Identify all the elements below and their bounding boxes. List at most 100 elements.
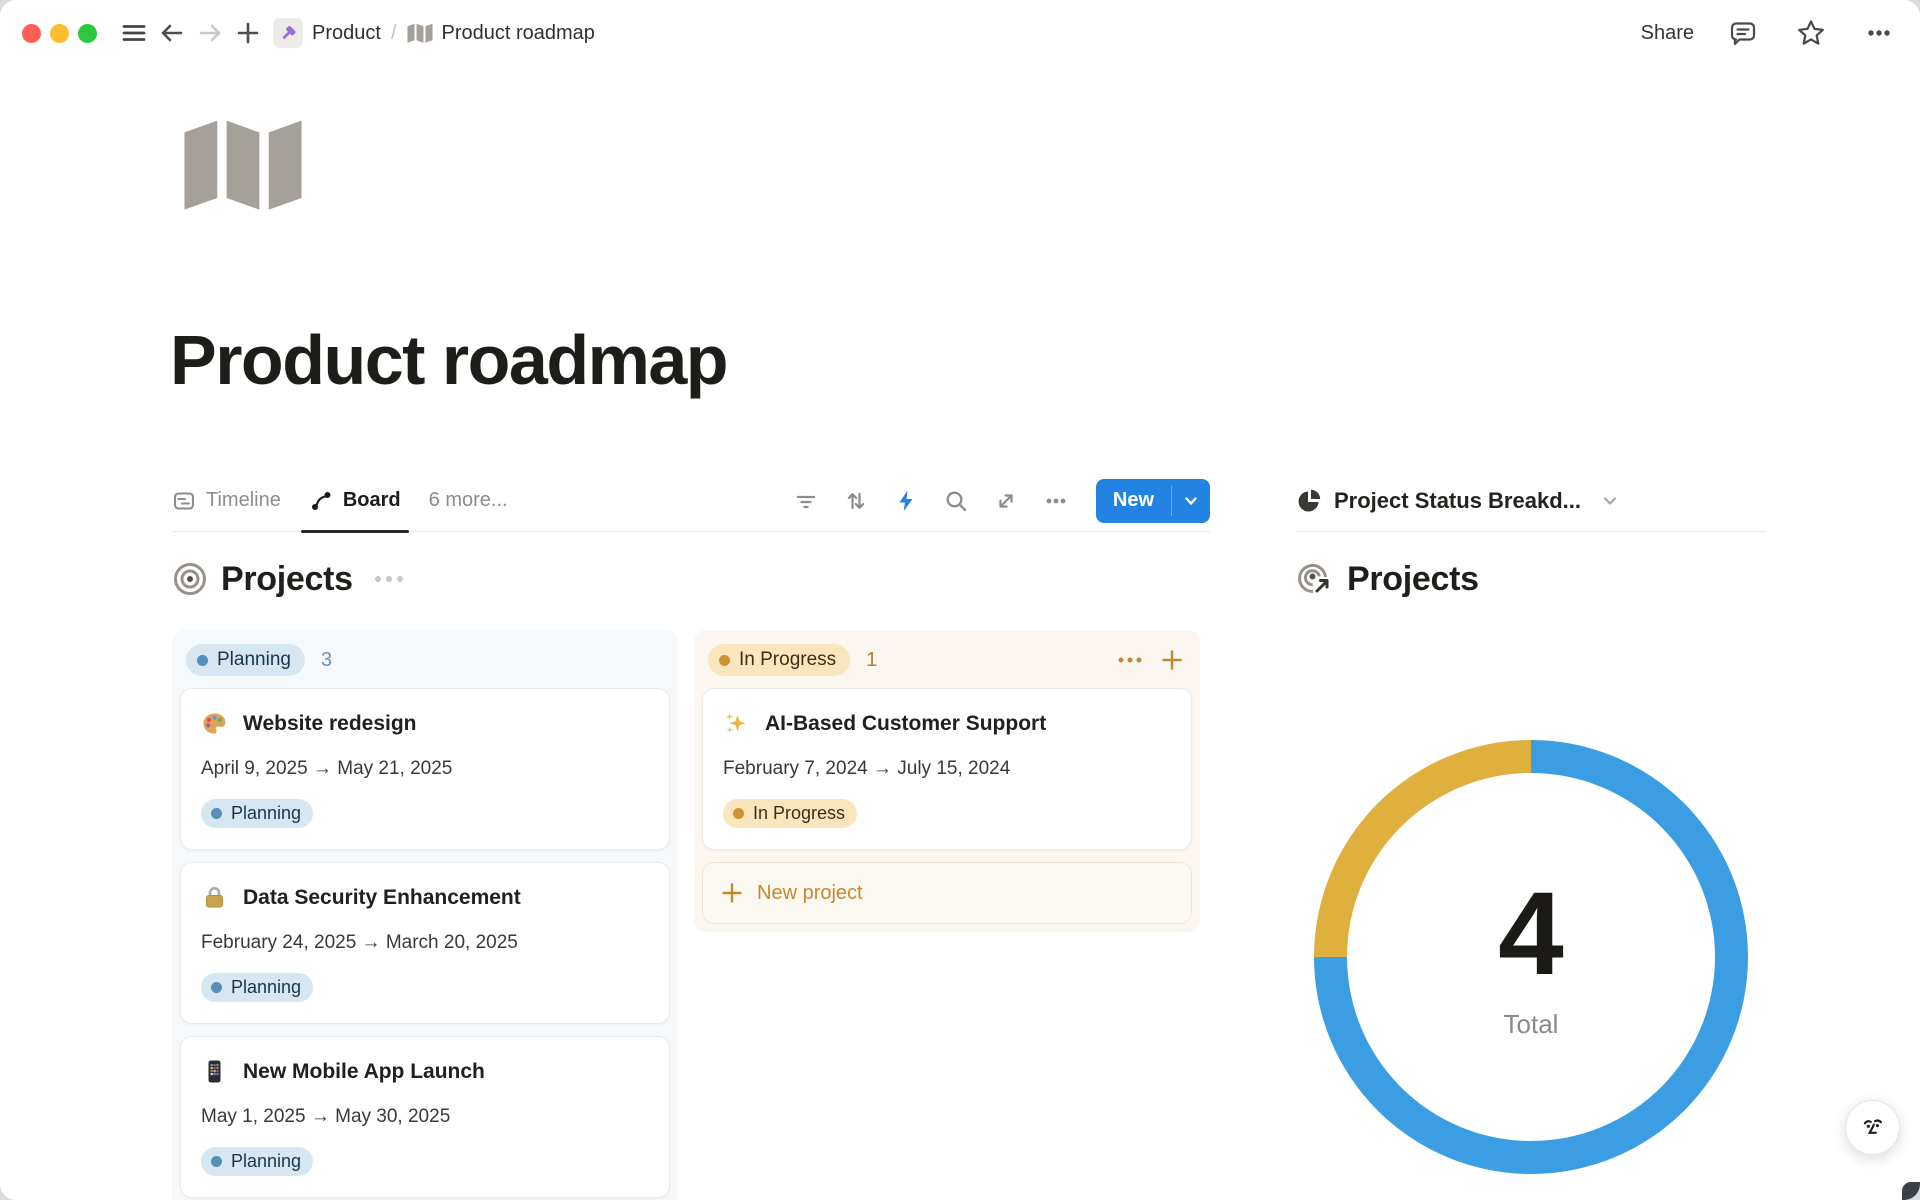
- automations-button[interactable]: [888, 483, 924, 519]
- card-status-tag: Planning: [201, 799, 313, 828]
- new-page-button[interactable]: [229, 14, 267, 52]
- back-arrow-icon: [158, 19, 186, 47]
- tab-timeline[interactable]: Timeline: [172, 470, 281, 532]
- notion-ai-face-icon: [1858, 1113, 1888, 1143]
- status-dot: [211, 808, 222, 819]
- status-dot: [197, 655, 208, 666]
- tab-label: Timeline: [206, 489, 281, 512]
- status-label: Planning: [231, 1151, 301, 1172]
- map-icon: [181, 116, 305, 212]
- forward-arrow-icon: [196, 19, 224, 47]
- timeline-view-icon: [172, 489, 196, 513]
- plus-icon: [234, 19, 262, 47]
- comments-button[interactable]: [1724, 14, 1762, 52]
- database-title[interactable]: Projects: [221, 560, 353, 599]
- column-status-pill[interactable]: In Progress: [708, 644, 850, 676]
- lock-icon: [201, 884, 228, 911]
- tab-board[interactable]: Board: [309, 470, 401, 532]
- column-status-pill[interactable]: Planning: [186, 644, 305, 676]
- favorite-button[interactable]: [1792, 14, 1830, 52]
- status-dot: [719, 655, 730, 666]
- donut-center: 4 Total: [1314, 740, 1748, 1174]
- card-date-range: February 24, 2025 → March 20, 2025: [201, 932, 649, 954]
- status-label: In Progress: [739, 649, 836, 671]
- page-icon-map[interactable]: [181, 116, 305, 212]
- sidebar-toggle-button[interactable]: [115, 14, 153, 52]
- search-button[interactable]: [938, 483, 974, 519]
- breadcrumb-item-product-roadmap[interactable]: Product roadmap: [407, 22, 595, 45]
- plus-icon: [720, 881, 744, 905]
- forward-button[interactable]: [191, 14, 229, 52]
- card-title: Website redesign: [243, 712, 417, 736]
- window-topbar: Product / Product roadmap Share: [0, 0, 1920, 66]
- status-dot: [733, 808, 744, 819]
- add-card-icon[interactable]: [1160, 648, 1184, 672]
- target-icon: [172, 561, 208, 597]
- search-icon: [943, 488, 969, 514]
- status-label: Planning: [231, 803, 301, 824]
- chart-title-row: Projects: [1296, 556, 1766, 602]
- chevron-down-icon: [1599, 490, 1621, 512]
- minimize-window-button[interactable]: [50, 24, 69, 43]
- sort-button[interactable]: [838, 483, 874, 519]
- column-count: 1: [866, 649, 877, 672]
- page-title[interactable]: Product roadmap: [170, 320, 727, 400]
- zoom-window-button[interactable]: [78, 24, 97, 43]
- database-options-icon[interactable]: [372, 572, 406, 586]
- card-date-range: May 1, 2025 → May 30, 2025: [201, 1106, 649, 1128]
- kanban-board: Planning 3 Website redesign April 9, 202…: [172, 630, 1210, 1200]
- column-count: 3: [321, 649, 332, 672]
- project-card-ai-support[interactable]: AI-Based Customer Support February 7, 20…: [702, 688, 1192, 850]
- palette-icon: [201, 710, 228, 737]
- board-column-in-progress: In Progress 1: [694, 630, 1200, 932]
- breadcrumb: Product / Product roadmap: [273, 18, 595, 48]
- corner-overlay: [1902, 1182, 1920, 1200]
- hamburger-icon: [121, 20, 147, 46]
- breadcrumb-label: Product roadmap: [442, 22, 595, 45]
- filter-button[interactable]: [788, 483, 824, 519]
- sort-icon: [843, 488, 869, 514]
- mobile-phone-icon: [201, 1058, 228, 1085]
- more-views-button[interactable]: 6 more...: [429, 489, 508, 512]
- status-dot: [211, 982, 222, 993]
- column-actions: [1116, 648, 1184, 672]
- chart-database-title[interactable]: Projects: [1347, 560, 1479, 599]
- view-options-button[interactable]: [1038, 483, 1074, 519]
- breadcrumb-item-product[interactable]: Product: [273, 18, 381, 48]
- new-record-dropdown-button[interactable]: [1172, 479, 1210, 523]
- expand-button[interactable]: [988, 483, 1024, 519]
- card-title: New Mobile App Launch: [243, 1060, 485, 1084]
- project-card-data-security[interactable]: Data Security Enhancement February 24, 2…: [180, 862, 670, 1024]
- back-button[interactable]: [153, 14, 191, 52]
- card-status-tag: In Progress: [723, 799, 857, 828]
- chart-section: Project Status Breakd... Projects 4: [1296, 470, 1766, 1174]
- donut-total-value: 4: [1498, 875, 1564, 993]
- donut-total-label: Total: [1504, 1009, 1559, 1040]
- status-dot: [211, 1156, 222, 1167]
- notion-ai-button[interactable]: [1845, 1100, 1900, 1155]
- close-window-button[interactable]: [22, 24, 41, 43]
- hammer-icon: [273, 18, 303, 48]
- ellipsis-icon: [1865, 19, 1893, 47]
- database-section: Timeline Board 6 more...: [172, 470, 1210, 1200]
- chart-view-header[interactable]: Project Status Breakd...: [1296, 470, 1766, 532]
- view-tabs-toolbar: Timeline Board 6 more...: [172, 470, 1210, 532]
- project-card-website-redesign[interactable]: Website redesign April 9, 2025 → May 21,…: [180, 688, 670, 850]
- status-donut-chart[interactable]: 4 Total: [1314, 740, 1748, 1174]
- card-title: AI-Based Customer Support: [765, 712, 1046, 736]
- map-icon: [407, 22, 433, 44]
- more-options-button[interactable]: [1860, 14, 1898, 52]
- breadcrumb-label: Product: [312, 22, 381, 45]
- new-record-button[interactable]: New: [1096, 479, 1171, 523]
- card-title: Data Security Enhancement: [243, 886, 521, 910]
- pie-chart-icon: [1296, 488, 1322, 514]
- view-actions: New: [788, 479, 1210, 523]
- card-status-tag: Planning: [201, 1147, 313, 1176]
- tab-label: Board: [343, 489, 401, 512]
- project-card-mobile-app[interactable]: New Mobile App Launch May 1, 2025 → May …: [180, 1036, 670, 1198]
- column-options-icon[interactable]: [1116, 654, 1144, 666]
- traffic-lights: [22, 24, 97, 43]
- new-project-button[interactable]: New project: [702, 862, 1192, 924]
- share-button[interactable]: Share: [1641, 22, 1694, 45]
- comment-icon: [1728, 18, 1758, 48]
